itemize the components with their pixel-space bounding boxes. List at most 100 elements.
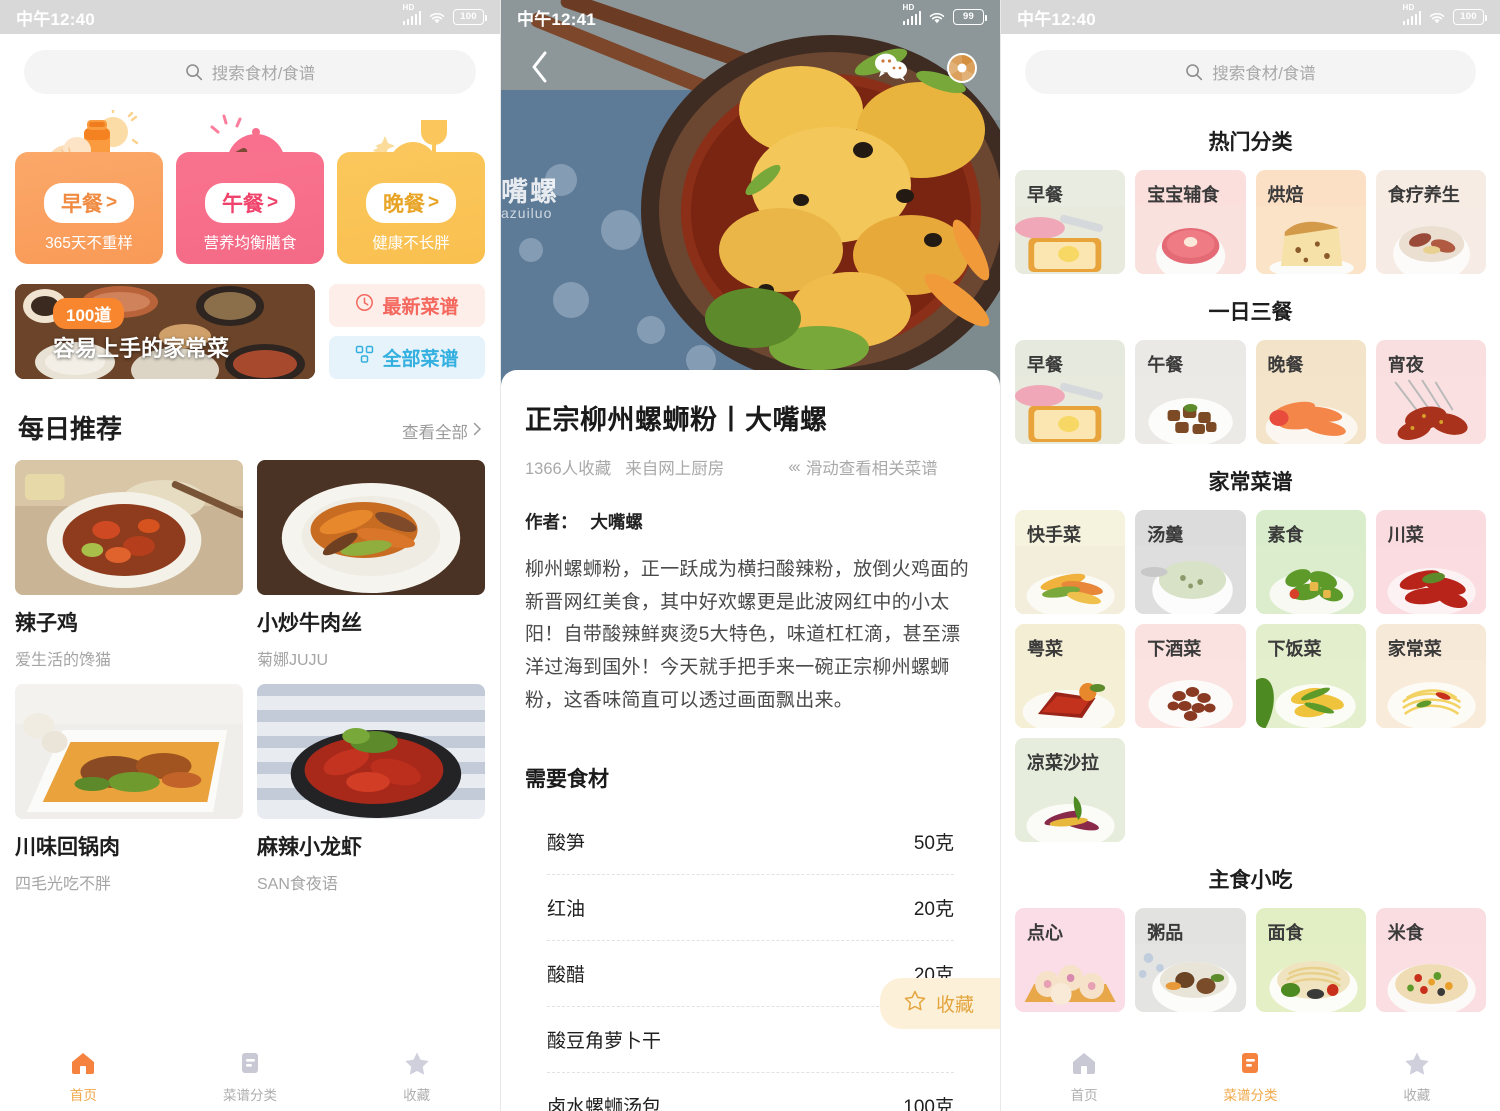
category-card-breakfast[interactable]: 早餐: [1015, 170, 1126, 274]
search-input[interactable]: 搜索食材/食谱: [1025, 50, 1476, 94]
swipe-hint: 滑动查看相关菜谱: [805, 460, 938, 478]
category-card-cold-salad[interactable]: 凉菜沙拉: [1015, 738, 1126, 842]
meal-card-pill: 晚餐 >: [365, 183, 457, 223]
status-indicators: HD 100: [402, 3, 487, 25]
meal-title: 午餐: [221, 193, 264, 216]
tab-favorites[interactable]: 收藏: [1334, 1051, 1500, 1104]
tab-favorites[interactable]: 收藏: [333, 1051, 500, 1104]
recipe-card[interactable]: 辣子鸡 爱生活的馋猫: [15, 460, 243, 670]
recipe-thumbnail: [257, 460, 485, 595]
back-button[interactable]: [523, 50, 557, 84]
recipe-detail-sheet: 正宗柳州螺蛳粉丨大嘴螺 1366人收藏 来自网上厨房 ‹‹‹ 滑动查看相关菜谱 …: [501, 370, 1000, 1111]
home-icon: [1071, 1051, 1097, 1080]
category-card-sichuan[interactable]: 川菜: [1375, 510, 1486, 614]
category-label: 食疗养生: [1387, 185, 1460, 205]
tab-home[interactable]: 首页: [1001, 1051, 1167, 1104]
star-icon: [1404, 1051, 1430, 1080]
latest-recipes-label: 最新菜谱: [382, 297, 459, 318]
category-card-soup[interactable]: 汤羹: [1135, 510, 1246, 614]
banner-badge: 100道: [53, 298, 125, 329]
star-icon: [404, 1051, 430, 1080]
screen-recipe-detail: 中午12:41 HD 99 嘴螺 azuiluo 正宗柳州螺蛳粉丨大嘴螺 136…: [500, 0, 1000, 1111]
camera-shutter-icon[interactable]: [946, 52, 978, 89]
category-label: 早餐: [1027, 185, 1063, 205]
screenshot-root: 中午12:40 HD 100 搜索食材/食谱 早餐 > 365天不重样 午餐 >…: [0, 0, 1500, 1111]
status-time: 中午12:40: [16, 9, 95, 29]
tab-home[interactable]: 首页: [0, 1051, 167, 1104]
chevron-right-icon: [473, 422, 482, 441]
recipe-author: SAN食夜语: [257, 876, 338, 893]
status-indicators: HD 99: [902, 3, 987, 25]
category-card-dinner-meal[interactable]: 晚餐: [1255, 340, 1366, 444]
meal-card-lunch[interactable]: 午餐 > 营养均衡膳食: [176, 110, 324, 264]
category-label: 粤菜: [1027, 639, 1063, 659]
search-section-categories: 搜索食材/食谱: [1001, 34, 1500, 104]
favorite-button[interactable]: 收藏: [879, 978, 1000, 1029]
search-input[interactable]: 搜索食材/食谱: [24, 50, 476, 94]
meal-card-dinner[interactable]: 晚餐 > 健康不长胖: [337, 110, 485, 264]
tab-categories[interactable]: 菜谱分类: [1167, 1051, 1333, 1104]
tab-categories[interactable]: 菜谱分类: [167, 1051, 334, 1104]
section-title-hot: 热门分类: [1208, 131, 1293, 154]
status-bar-home: 中午12:40 HD 100: [0, 0, 500, 34]
recipe-name: 小炒牛肉丝: [257, 612, 362, 635]
section-title-home-cooking: 家常菜谱: [1208, 471, 1293, 494]
category-card-health-food[interactable]: 食疗养生: [1375, 170, 1486, 274]
category-label: 米食: [1387, 923, 1424, 943]
recipe-card[interactable]: 川味回锅肉 四毛光吃不胖: [15, 684, 243, 894]
hero-action-icons: [874, 52, 978, 89]
category-card-home-dishes[interactable]: 家常菜: [1375, 624, 1486, 728]
ingredient-amount: 100克: [903, 1097, 954, 1111]
battery-icon: 100: [1453, 9, 1487, 25]
ingredient-name: 红油: [547, 899, 586, 921]
category-card-rice-dishes[interactable]: 米食: [1375, 908, 1486, 1012]
banner-home-cooking[interactable]: 100道 容易上手的家常菜: [15, 284, 315, 379]
category-card-lunch-meal[interactable]: 午餐: [1135, 340, 1246, 444]
wechat-icon[interactable]: [874, 52, 908, 89]
search-icon: [1185, 63, 1203, 81]
view-all-button[interactable]: 查看全部: [402, 419, 482, 443]
category-card-congee[interactable]: 粥品: [1135, 908, 1246, 1012]
category-card-dessert[interactable]: 点心: [1015, 908, 1126, 1012]
daily-recommend-header: 每日推荐 查看全部: [0, 379, 500, 460]
category-card-cantonese[interactable]: 粤菜: [1015, 624, 1126, 728]
category-card-baking[interactable]: 烘焙: [1255, 170, 1366, 274]
recipe-author-line: 作者： 大嘴螺: [525, 509, 976, 534]
recipe-author: 爱生活的馋猫: [15, 652, 112, 669]
status-indicators: HD 100: [1402, 3, 1487, 25]
ingredient-name: 酸笋: [547, 833, 586, 855]
category-grid-home-cooking: 快手菜 汤羹 素食 川菜 粤菜 下酒菜 下饭菜 家常菜 凉菜沙拉: [1001, 510, 1500, 842]
category-grid-hot: 早餐 宝宝辅食 烘焙 食疗养生: [1001, 170, 1500, 274]
category-photo: [1015, 546, 1126, 614]
tab-categories-label: 菜谱分类: [223, 1087, 277, 1103]
category-card-noodles[interactable]: 面食: [1255, 908, 1366, 1012]
all-recipes-button[interactable]: 全部菜谱: [329, 336, 485, 379]
watermark-text: 嘴螺: [501, 177, 559, 207]
recipe-card[interactable]: 小炒牛肉丝 菊娜JUJU: [257, 460, 485, 670]
meal-title: 晚餐: [382, 193, 425, 216]
category-photo: [1375, 944, 1486, 1012]
category-photo: [1135, 660, 1246, 728]
category-photo: [1015, 774, 1126, 842]
author-label: 作者：: [525, 512, 578, 532]
recipe-grid: 辣子鸡 爱生活的馋猫 小炒牛肉丝 菊娜JUJU 川味回锅肉 四毛光吃不胖 麻辣小…: [0, 460, 500, 894]
category-card-quick-dishes[interactable]: 快手菜: [1015, 510, 1126, 614]
category-card-vegetarian[interactable]: 素食: [1255, 510, 1366, 614]
category-card-midnight-snack[interactable]: 宵夜: [1375, 340, 1486, 444]
latest-recipes-button[interactable]: 最新菜谱: [329, 284, 485, 327]
category-label: 家常菜: [1387, 639, 1442, 659]
category-card-rice-companion[interactable]: 下饭菜: [1255, 624, 1366, 728]
grid-icon: [355, 345, 374, 370]
recipe-name: 辣子鸡: [15, 612, 78, 635]
category-label: 宵夜: [1387, 355, 1424, 375]
recipe-card[interactable]: 麻辣小龙虾 SAN食夜语: [257, 684, 485, 894]
signal-icon: HD: [402, 3, 421, 25]
category-card-bar-snacks[interactable]: 下酒菜: [1135, 624, 1246, 728]
category-card-breakfast-meal[interactable]: 早餐: [1015, 340, 1126, 444]
banner-row: 100道 容易上手的家常菜 最新菜谱 全部菜谱: [0, 264, 500, 379]
recipe-source: 来自网上厨房: [625, 460, 725, 478]
ingredients-title: 需要食材: [525, 768, 609, 792]
meal-card-breakfast[interactable]: 早餐 > 365天不重样: [15, 110, 163, 264]
category-card-baby-food[interactable]: 宝宝辅食: [1135, 170, 1246, 274]
category-label: 烘焙: [1267, 185, 1304, 205]
